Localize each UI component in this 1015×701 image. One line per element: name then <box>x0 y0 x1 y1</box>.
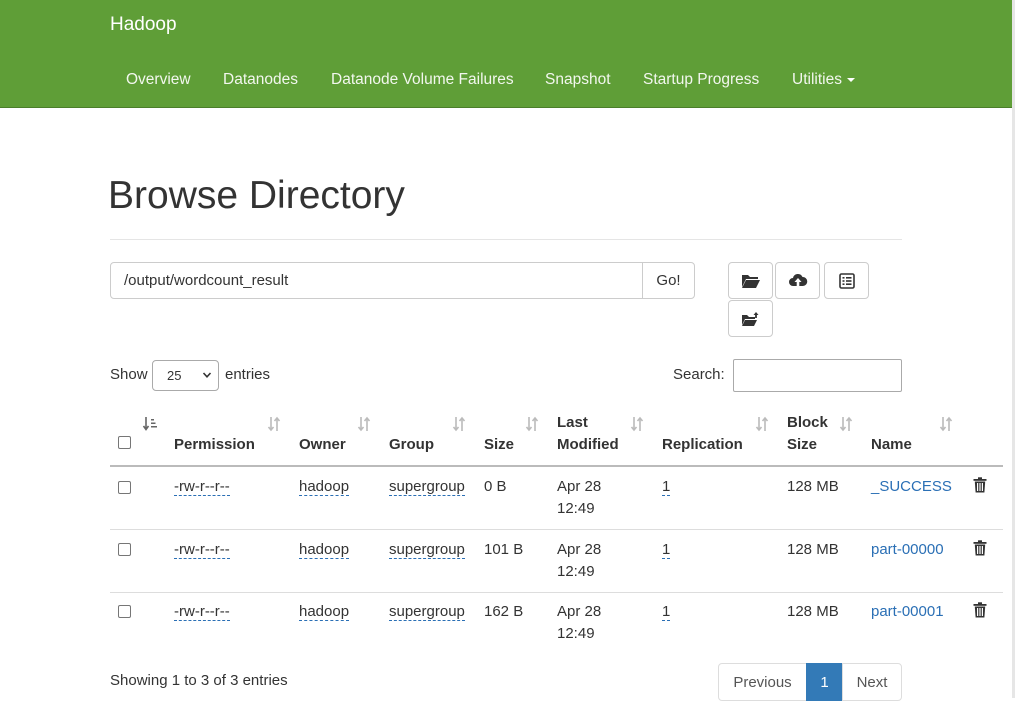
select-all-checkbox[interactable] <box>118 436 131 449</box>
upload-files-button[interactable] <box>775 262 820 299</box>
page-size-select[interactable]: 25 <box>152 360 219 391</box>
group-cell[interactable]: supergroup <box>389 541 465 559</box>
row-checkbox[interactable] <box>118 543 131 556</box>
permission-cell[interactable]: -rw-r--r-- <box>174 541 230 559</box>
sort-both-icon[interactable] <box>629 416 645 432</box>
row-checkbox[interactable] <box>118 605 131 618</box>
column-block-size-line1: Block <box>787 414 828 431</box>
column-replication[interactable]: Replication <box>662 434 743 456</box>
size-cell: 162 B <box>484 603 524 620</box>
modified-date: Apr 28 <box>557 603 602 620</box>
nav-snapshot[interactable]: Snapshot <box>545 71 611 89</box>
next-page-button[interactable]: Next <box>842 663 902 701</box>
column-group[interactable]: Group <box>389 434 434 456</box>
permission-cell[interactable]: -rw-r--r-- <box>174 603 230 621</box>
modified-cell: Apr 28 12:49 <box>557 539 601 583</box>
column-owner[interactable]: Owner <box>299 434 346 456</box>
page-size-value: 25 <box>167 368 182 383</box>
search-label: Search: <box>673 366 725 383</box>
entries-label: entries <box>225 366 271 383</box>
modified-cell: Apr 28 12:49 <box>557 601 601 645</box>
show-label: Show <box>110 366 148 383</box>
list-alt-icon <box>838 272 855 289</box>
nav-datanode-volume-failures[interactable]: Datanode Volume Failures <box>331 71 514 89</box>
nav-utilities-dropdown[interactable]: Utilities <box>792 71 855 89</box>
permission-cell[interactable]: -rw-r--r-- <box>174 478 230 496</box>
move-button[interactable] <box>728 300 773 337</box>
row-checkbox[interactable] <box>118 481 131 494</box>
page-title: Browse Directory <box>108 174 405 217</box>
replication-cell[interactable]: 1 <box>662 603 671 621</box>
sort-both-icon[interactable] <box>838 416 854 432</box>
group-cell[interactable]: supergroup <box>389 603 465 621</box>
owner-cell[interactable]: hadoop <box>299 541 350 559</box>
column-last-modified[interactable]: Last Modified <box>557 412 619 456</box>
nav-utilities-label: Utilities <box>792 71 842 88</box>
column-name[interactable]: Name <box>871 434 912 456</box>
search-input[interactable] <box>733 359 902 392</box>
modified-date: Apr 28 <box>557 478 602 495</box>
sort-both-icon[interactable] <box>938 416 954 432</box>
column-last-modified-line2: Modified <box>557 436 619 453</box>
sort-both-icon[interactable] <box>524 416 540 432</box>
previous-page-button[interactable]: Previous <box>718 663 807 701</box>
create-directory-button[interactable] <box>728 262 773 299</box>
column-permission[interactable]: Permission <box>174 434 255 456</box>
table-info: Showing 1 to 3 of 3 entries <box>110 672 288 689</box>
block-size-cell: 128 MB <box>787 603 839 620</box>
directory-path-input[interactable] <box>110 262 643 299</box>
row-divider <box>110 529 1003 530</box>
file-name-link[interactable]: _SUCCESS <box>871 476 952 498</box>
column-size[interactable]: Size <box>484 434 514 456</box>
modified-time: 12:49 <box>557 625 595 642</box>
modified-time: 12:49 <box>557 500 595 517</box>
sort-asc-icon[interactable] <box>142 416 158 432</box>
column-block-size[interactable]: Block Size <box>787 412 828 456</box>
folder-open-icon <box>741 274 760 288</box>
page-1-button[interactable]: 1 <box>806 663 843 701</box>
size-cell: 0 B <box>484 478 507 495</box>
cut-paste-button[interactable] <box>824 262 869 299</box>
sort-both-icon[interactable] <box>754 416 770 432</box>
nav-datanodes[interactable]: Datanodes <box>223 71 298 89</box>
sort-both-icon[interactable] <box>451 416 467 432</box>
owner-cell[interactable]: hadoop <box>299 478 350 496</box>
replication-cell[interactable]: 1 <box>662 478 671 496</box>
top-navbar: Hadoop Overview Datanodes Datanode Volum… <box>0 0 1012 108</box>
caret-down-icon <box>846 77 855 82</box>
modified-date: Apr 28 <box>557 541 602 558</box>
size-cell: 101 B <box>484 541 524 558</box>
table-header-divider <box>110 465 1003 467</box>
nav-overview[interactable]: Overview <box>126 71 191 89</box>
column-block-size-line2: Size <box>787 436 818 453</box>
nav-startup-progress[interactable]: Startup Progress <box>643 71 759 89</box>
block-size-cell: 128 MB <box>787 541 839 558</box>
replication-cell[interactable]: 1 <box>662 541 671 559</box>
trash-icon[interactable] <box>973 540 987 556</box>
go-button[interactable]: Go! <box>642 262 695 299</box>
owner-cell[interactable]: hadoop <box>299 603 350 621</box>
group-cell[interactable]: supergroup <box>389 478 465 496</box>
block-size-cell: 128 MB <box>787 478 839 495</box>
brand-logo[interactable]: Hadoop <box>110 14 177 36</box>
trash-icon[interactable] <box>973 477 987 493</box>
sort-both-icon[interactable] <box>266 416 282 432</box>
column-last-modified-line1: Last <box>557 414 588 431</box>
row-divider <box>110 592 1003 593</box>
cloud-upload-icon <box>788 273 807 288</box>
folder-move-icon <box>741 311 758 326</box>
chevron-down-icon <box>202 372 212 378</box>
sort-both-icon[interactable] <box>356 416 372 432</box>
file-name-link[interactable]: part-00001 <box>871 601 944 623</box>
title-divider <box>110 239 902 240</box>
trash-icon[interactable] <box>973 602 987 618</box>
modified-cell: Apr 28 12:49 <box>557 476 601 520</box>
modified-time: 12:49 <box>557 563 595 580</box>
file-name-link[interactable]: part-00000 <box>871 539 944 561</box>
